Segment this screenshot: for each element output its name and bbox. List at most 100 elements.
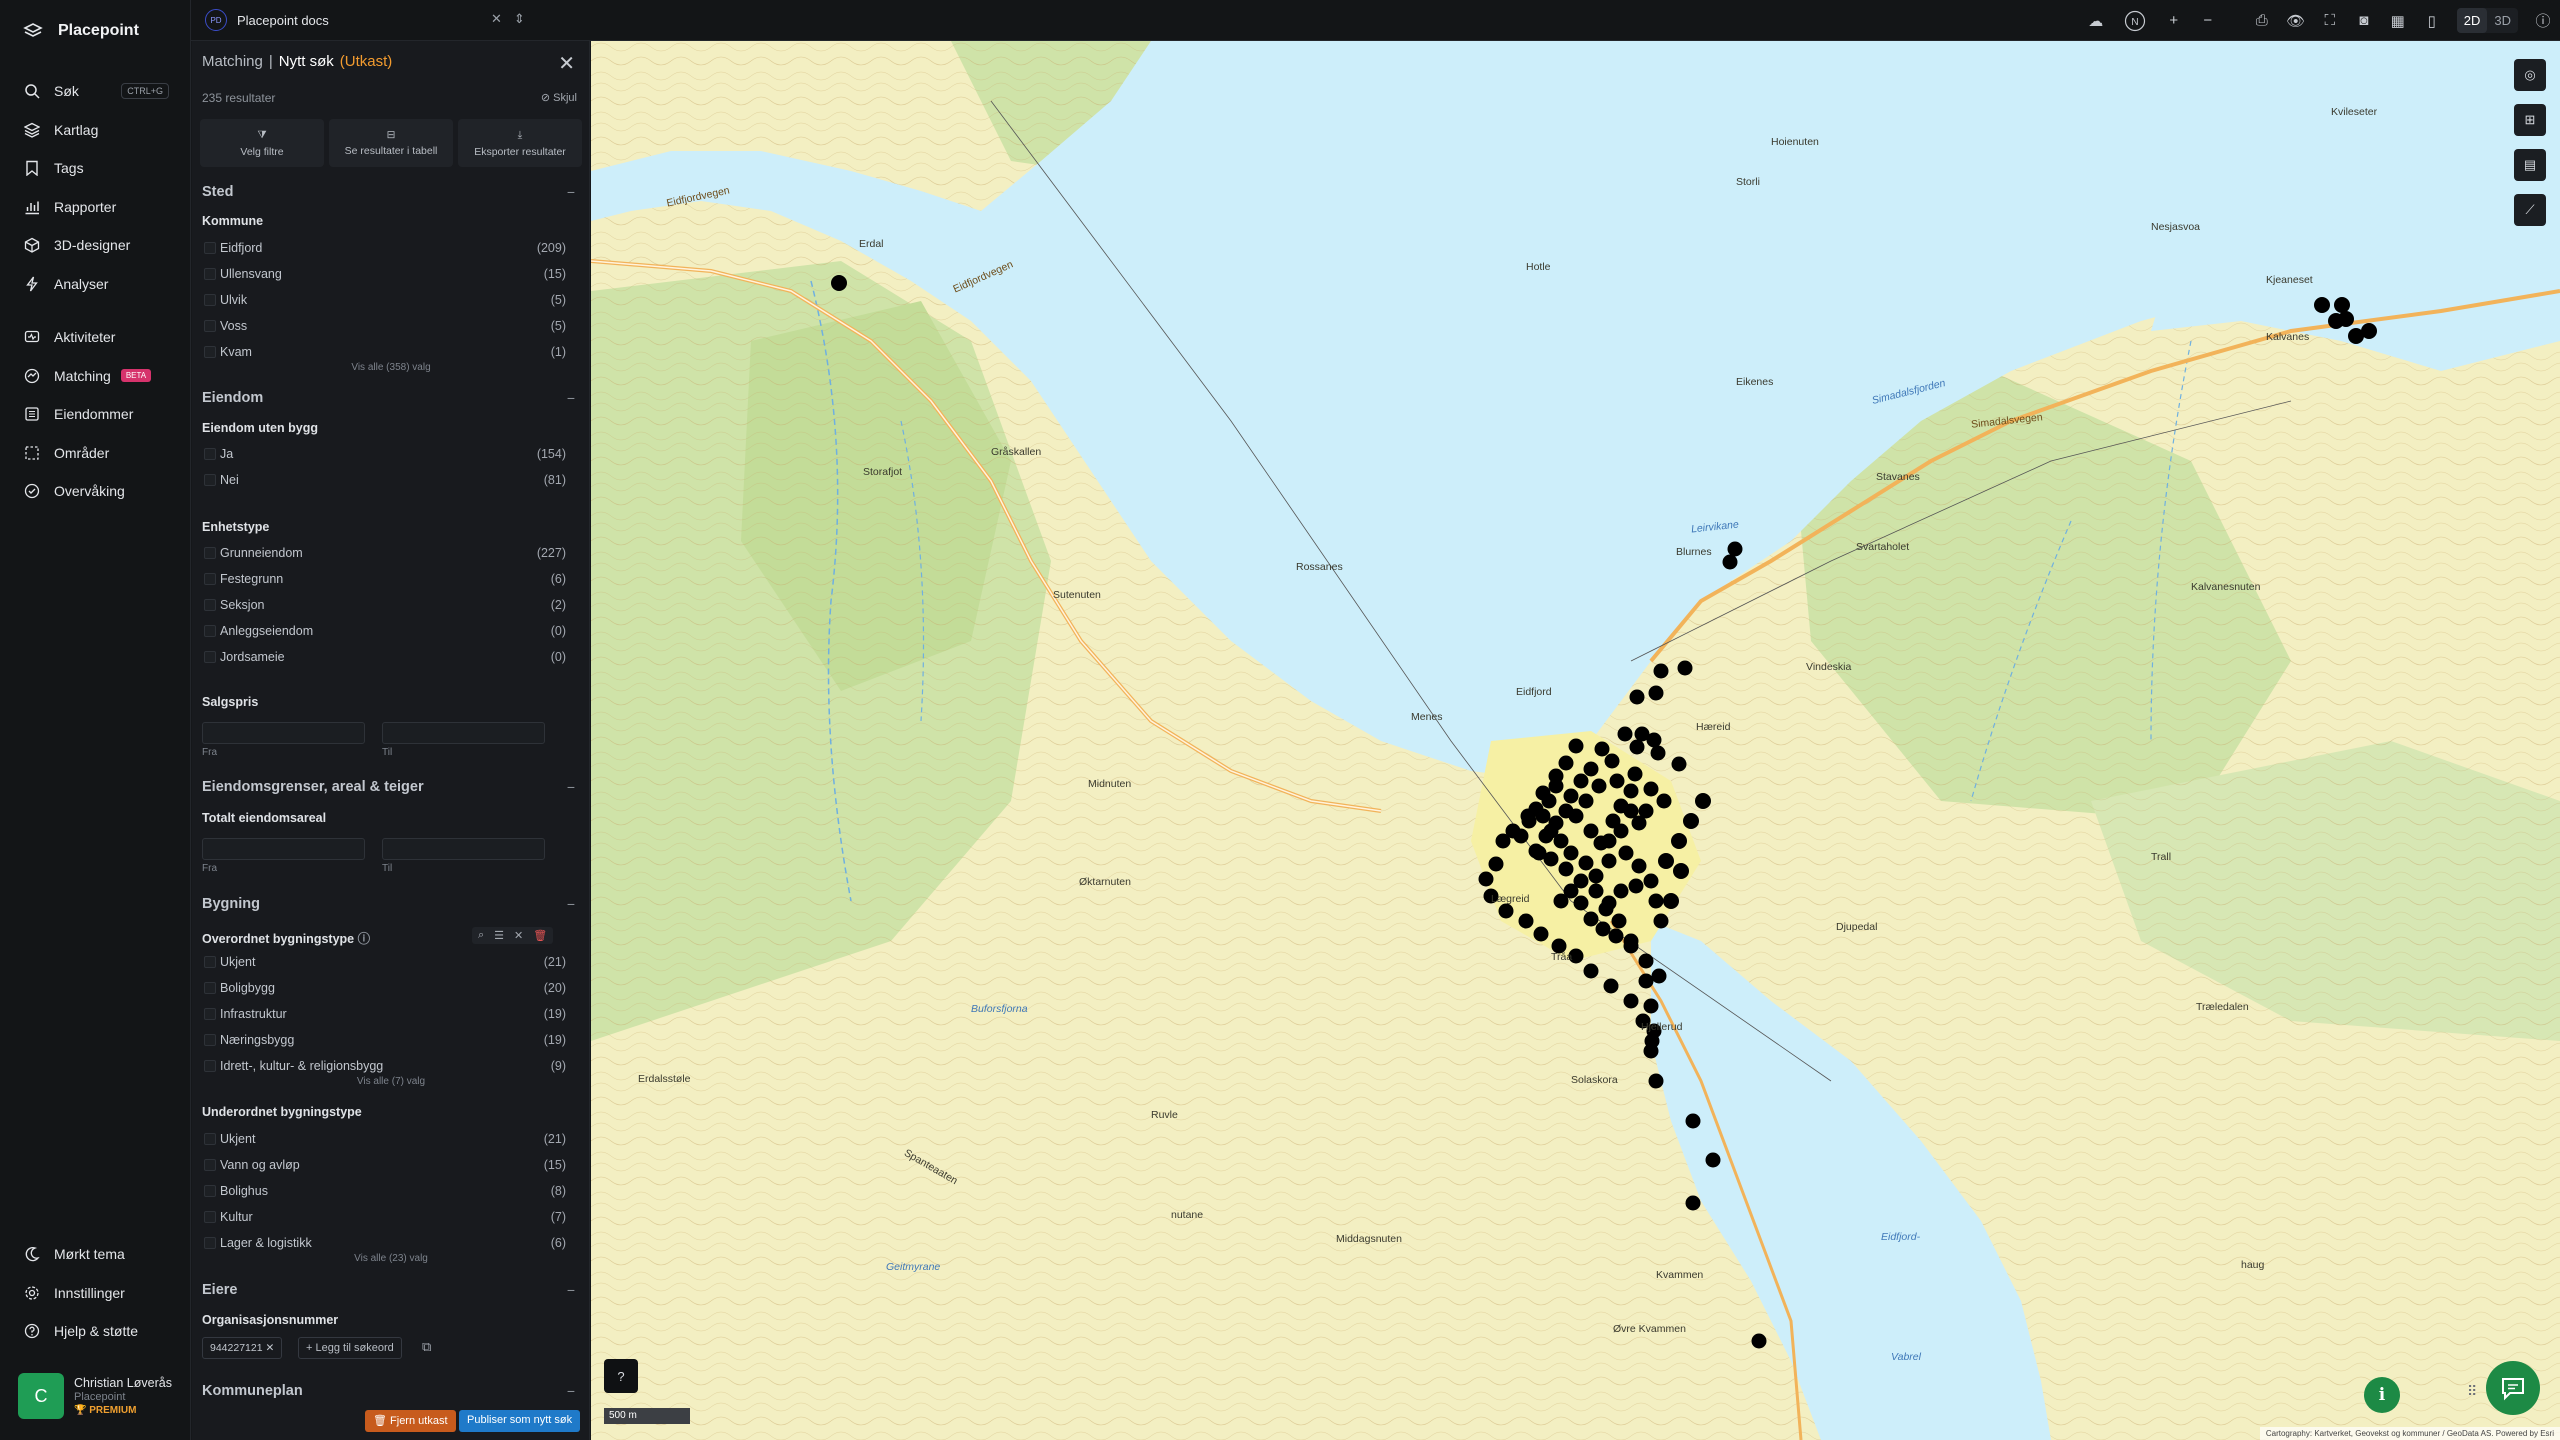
section-eiere-title[interactable]: Eiere bbox=[202, 1282, 237, 1298]
show-all-link[interactable]: Vis alle (7) valg bbox=[192, 1076, 589, 1087]
app-logo[interactable]: Placepoint bbox=[22, 20, 139, 42]
property-marker[interactable] bbox=[1671, 833, 1687, 849]
property-marker[interactable] bbox=[1611, 913, 1627, 929]
property-marker[interactable] bbox=[1520, 808, 1536, 824]
search-icon[interactable]: ⌕ bbox=[478, 929, 484, 942]
property-marker[interactable] bbox=[1588, 883, 1604, 899]
collapse-icon[interactable]: − bbox=[567, 184, 575, 200]
map-help-button[interactable]: ? bbox=[604, 1359, 638, 1393]
property-marker[interactable] bbox=[1568, 738, 1584, 754]
trash-icon[interactable]: 🗑 bbox=[533, 929, 547, 942]
property-marker[interactable] bbox=[1593, 835, 1609, 851]
property-marker[interactable] bbox=[1538, 828, 1554, 844]
property-marker[interactable] bbox=[1695, 793, 1711, 809]
nav-item-settings[interactable]: Innstillinger bbox=[0, 1274, 191, 1313]
section-kommuneplan-title[interactable]: Kommuneplan bbox=[202, 1383, 303, 1399]
property-marker[interactable] bbox=[1722, 554, 1738, 570]
map-canvas[interactable] bbox=[591, 41, 2560, 1440]
checkbox[interactable] bbox=[204, 651, 216, 663]
property-marker[interactable] bbox=[1628, 878, 1644, 894]
show-all-link[interactable]: Vis alle (23) valg bbox=[192, 1253, 589, 1264]
checkbox[interactable] bbox=[204, 982, 216, 994]
nav-item-analyses[interactable]: Analyser bbox=[0, 265, 191, 304]
checkbox[interactable] bbox=[204, 448, 216, 460]
help-icon[interactable]: ⓘ bbox=[358, 932, 371, 946]
property-marker[interactable] bbox=[1535, 808, 1551, 824]
property-marker[interactable] bbox=[1656, 793, 1672, 809]
compass-icon[interactable]: N bbox=[2113, 0, 2157, 41]
property-marker[interactable] bbox=[1617, 726, 1633, 742]
property-marker[interactable] bbox=[1648, 893, 1664, 909]
info-button[interactable]: i bbox=[2364, 1377, 2400, 1413]
filter-option[interactable]: Vann og avløp (15) bbox=[204, 1158, 566, 1174]
section-sted-title[interactable]: Sted bbox=[202, 184, 233, 200]
property-marker[interactable] bbox=[1631, 858, 1647, 874]
select-filters-button[interactable]: ⧩ Velg filtre bbox=[200, 119, 324, 167]
property-marker[interactable] bbox=[1683, 813, 1699, 829]
nav-item-areas[interactable]: Områder bbox=[0, 434, 191, 473]
nav-item-properties[interactable]: Eiendommer bbox=[0, 395, 191, 434]
org-number-chip[interactable]: 944227121 ✕ bbox=[202, 1337, 283, 1359]
publish-search-button[interactable]: Publiser som nytt søk bbox=[459, 1410, 581, 1432]
hide-button[interactable]: ⊘ Skjul bbox=[541, 91, 577, 104]
filter-option[interactable]: Ja (154) bbox=[204, 447, 566, 463]
checkbox[interactable] bbox=[204, 242, 216, 254]
property-marker[interactable] bbox=[1751, 1333, 1767, 1349]
map-tool-globe[interactable]: ◎ bbox=[2514, 59, 2546, 91]
property-marker[interactable] bbox=[1498, 903, 1514, 919]
property-marker[interactable] bbox=[1653, 913, 1669, 929]
filter-option[interactable]: Ukjent (21) bbox=[204, 1132, 566, 1148]
bookmark-icon[interactable]: ▯ bbox=[2415, 0, 2449, 41]
view-table-button[interactable]: ⊟ Se resultater i tabell bbox=[329, 119, 453, 167]
property-marker[interactable] bbox=[1541, 793, 1557, 809]
collapse-icon[interactable]: − bbox=[567, 1282, 575, 1298]
filter-option[interactable]: Jordsameie (0) bbox=[204, 650, 566, 666]
checkbox[interactable] bbox=[204, 1211, 216, 1223]
property-marker[interactable] bbox=[1478, 871, 1494, 887]
map-tool-measure[interactable]: ⊞ bbox=[2514, 104, 2546, 136]
property-marker[interactable] bbox=[1673, 863, 1689, 879]
property-marker[interactable] bbox=[1685, 1195, 1701, 1211]
list-icon[interactable]: ☰ bbox=[494, 929, 504, 942]
checkbox[interactable] bbox=[204, 599, 216, 611]
property-marker[interactable] bbox=[1548, 815, 1564, 831]
view-3d-button[interactable]: 3D bbox=[2487, 8, 2518, 33]
property-marker[interactable] bbox=[1623, 803, 1639, 819]
property-marker[interactable] bbox=[1613, 883, 1629, 899]
weather-icon[interactable]: ☁ bbox=[2079, 0, 2113, 41]
property-marker[interactable] bbox=[1548, 778, 1564, 794]
grid-icon[interactable]: ▦ bbox=[2381, 0, 2415, 41]
property-marker[interactable] bbox=[1650, 745, 1666, 761]
filter-option[interactable]: Lager & logistikk (6) bbox=[204, 1236, 566, 1252]
property-marker[interactable] bbox=[1573, 895, 1589, 911]
salgspris-from-input[interactable] bbox=[202, 722, 365, 744]
property-marker[interactable] bbox=[2314, 297, 2330, 313]
property-marker[interactable] bbox=[2328, 313, 2344, 329]
property-marker[interactable] bbox=[1627, 766, 1643, 782]
eye-icon[interactable]: 👁 bbox=[2279, 0, 2313, 41]
property-marker[interactable] bbox=[1495, 833, 1511, 849]
property-marker[interactable] bbox=[1598, 901, 1614, 917]
property-marker[interactable] bbox=[1558, 803, 1574, 819]
checkbox[interactable] bbox=[204, 1034, 216, 1046]
areal-to-input[interactable] bbox=[382, 838, 545, 860]
property-marker[interactable] bbox=[1591, 778, 1607, 794]
filter-option[interactable]: Infrastruktur (19) bbox=[204, 1007, 566, 1023]
property-marker[interactable] bbox=[1663, 893, 1679, 909]
filter-option[interactable]: Nei (81) bbox=[204, 473, 566, 489]
property-marker[interactable] bbox=[1578, 793, 1594, 809]
property-marker[interactable] bbox=[1563, 845, 1579, 861]
copy-icon[interactable]: ⧉ bbox=[422, 1339, 431, 1355]
checkbox[interactable] bbox=[204, 573, 216, 585]
filter-option[interactable]: Boligbygg (20) bbox=[204, 981, 566, 997]
property-marker[interactable] bbox=[1531, 845, 1547, 861]
property-marker[interactable] bbox=[1604, 753, 1620, 769]
property-marker[interactable] bbox=[1583, 911, 1599, 927]
property-marker[interactable] bbox=[1558, 755, 1574, 771]
property-marker[interactable] bbox=[1705, 1152, 1721, 1168]
filter-option[interactable]: Ukjent (21) bbox=[204, 955, 566, 971]
property-marker[interactable] bbox=[1594, 741, 1610, 757]
show-all-link[interactable]: Vis alle (358) valg bbox=[192, 362, 589, 373]
section-bygning-title[interactable]: Bygning bbox=[202, 896, 260, 912]
property-marker[interactable] bbox=[1648, 685, 1664, 701]
